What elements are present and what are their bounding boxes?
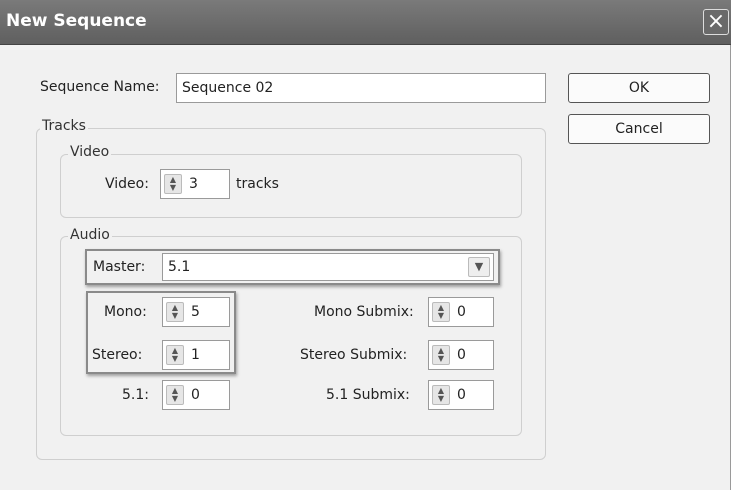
stereo-submix-label: Stereo Submix:: [300, 347, 408, 363]
stereo-submix-stepper[interactable]: ▲ ▼ 0: [428, 340, 494, 370]
spinner-arrows-icon[interactable]: ▲ ▼: [432, 385, 450, 405]
master-value: 5.1: [168, 259, 191, 275]
new-sequence-dialog: New Sequence × Sequence Name: Sequence 0…: [0, 0, 731, 490]
mono-stepper[interactable]: ▲ ▼ 5: [162, 297, 230, 327]
five-one-stepper[interactable]: ▲ ▼ 0: [162, 380, 230, 410]
chevron-down-icon[interactable]: ▼: [468, 257, 490, 277]
master-select[interactable]: 5.1 ▼: [162, 253, 494, 281]
stereo-label: Stereo:: [92, 347, 143, 363]
mono-submix-stepper[interactable]: ▲ ▼ 0: [428, 297, 494, 327]
five-one-value: 0: [191, 387, 200, 403]
dialog-title: New Sequence: [6, 11, 147, 31]
mono-value: 5: [191, 304, 200, 320]
ok-button[interactable]: OK: [568, 73, 710, 103]
close-icon[interactable]: ×: [703, 9, 729, 35]
spinner-arrows-icon[interactable]: ▲ ▼: [432, 345, 450, 365]
sequence-name-label: Sequence Name:: [40, 79, 160, 95]
cancel-button[interactable]: Cancel: [568, 114, 710, 144]
video-label: Video:: [105, 176, 149, 192]
stereo-value: 1: [191, 347, 200, 363]
sequence-name-input[interactable]: Sequence 02: [176, 73, 546, 103]
spinner-arrows-icon[interactable]: ▲ ▼: [432, 302, 450, 322]
mono-submix-label: Mono Submix:: [314, 304, 414, 320]
video-tracks-suffix: tracks: [236, 176, 279, 192]
spinner-arrows-icon[interactable]: ▲ ▼: [166, 385, 184, 405]
tracks-legend: Tracks: [40, 118, 88, 134]
spinner-arrows-icon[interactable]: ▲ ▼: [166, 302, 184, 322]
title-bar: New Sequence ×: [0, 0, 731, 45]
video-legend: Video: [68, 144, 112, 160]
video-tracks-value: 3: [189, 176, 198, 192]
five-one-submix-value: 0: [457, 387, 466, 403]
audio-legend: Audio: [68, 227, 112, 243]
video-tracks-stepper[interactable]: ▲ ▼ 3: [160, 169, 230, 199]
stereo-stepper[interactable]: ▲ ▼ 1: [162, 340, 230, 370]
five-one-label: 5.1:: [122, 387, 149, 403]
spinner-arrows-icon[interactable]: ▲ ▼: [166, 345, 184, 365]
master-label: Master:: [93, 259, 146, 275]
five-one-submix-stepper[interactable]: ▲ ▼ 0: [428, 380, 494, 410]
mono-label: Mono:: [104, 304, 147, 320]
spinner-arrows-icon[interactable]: ▲ ▼: [164, 174, 182, 194]
five-one-submix-label: 5.1 Submix:: [326, 387, 410, 403]
mono-submix-value: 0: [457, 304, 466, 320]
stereo-submix-value: 0: [457, 347, 466, 363]
